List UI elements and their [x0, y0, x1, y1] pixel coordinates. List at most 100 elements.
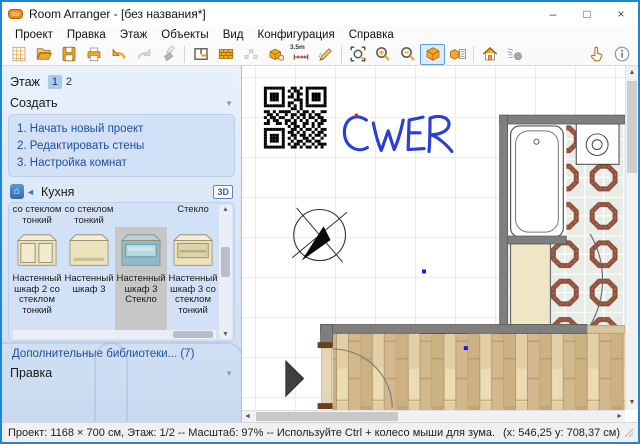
- selection-point[interactable]: [464, 346, 468, 350]
- bathroom[interactable]: [508, 124, 625, 326]
- open-project-icon: [35, 45, 53, 63]
- qr-code[interactable]: CWER: [264, 87, 327, 149]
- floor-tab-2[interactable]: 2: [62, 75, 76, 89]
- menu-project[interactable]: Проект: [8, 28, 60, 42]
- library-item-label-clipped: Стекло: [167, 205, 219, 216]
- library-horizontal-scrollbar[interactable]: [13, 330, 216, 339]
- toolbar-separator: [341, 46, 342, 63]
- toolbar-edit-points[interactable]: [238, 44, 263, 65]
- menu-floor[interactable]: Этаж: [113, 28, 155, 42]
- library-vertical-scrollbar[interactable]: ▲ ▼: [219, 205, 232, 339]
- scroll-up-icon[interactable]: ▲: [626, 67, 638, 79]
- insert-object-icon: [267, 45, 285, 63]
- scrollbar-thumb[interactable]: [221, 247, 230, 277]
- zoom-out-icon: [399, 45, 417, 63]
- walkthrough-icon: [481, 45, 499, 63]
- toolbar-walk-settings[interactable]: [502, 44, 527, 65]
- plan-area[interactable]: CWER: [242, 66, 625, 410]
- library-item[interactable]: Настенный шкаф 3: [63, 227, 115, 339]
- menu-edit[interactable]: Правка: [60, 28, 113, 42]
- washing-machine[interactable]: [576, 124, 619, 164]
- toolbar-zoom-out[interactable]: [395, 44, 420, 65]
- toolbar-new-project[interactable]: [6, 44, 31, 65]
- resize-grip[interactable]: [624, 428, 634, 438]
- toolbar-insert-object[interactable]: [263, 44, 288, 65]
- wall: [508, 236, 567, 244]
- sidebar: Этаж 1 2 Создать ▼ 1. Начать новый проек…: [2, 66, 242, 422]
- app-icon: [8, 8, 23, 20]
- floor-plan[interactable]: CWER: [242, 66, 625, 410]
- toolbar-save-project[interactable]: [56, 44, 81, 65]
- toolbar-format-painter[interactable]: [156, 44, 181, 65]
- scroll-down-icon[interactable]: ▼: [219, 331, 232, 338]
- toolbar-about[interactable]: [609, 44, 634, 65]
- compass-symbol[interactable]: [269, 185, 370, 285]
- collapse-arrow-icon[interactable]: ▼: [225, 99, 233, 108]
- door-threshold[interactable]: [587, 325, 625, 333]
- toolbar-view-3d[interactable]: [420, 44, 445, 65]
- door-jamb: [318, 342, 333, 409]
- selection-point[interactable]: [422, 269, 426, 273]
- arrow-object[interactable]: [286, 361, 304, 396]
- create-step-1[interactable]: 1. Начать новый проект: [17, 120, 226, 137]
- toolbar-object-list[interactable]: [445, 44, 470, 65]
- toolbar-draw[interactable]: [313, 44, 338, 65]
- scroll-right-icon[interactable]: ►: [616, 411, 623, 423]
- library-back-icon[interactable]: ◄: [26, 187, 35, 197]
- scroll-up-icon[interactable]: ▲: [219, 206, 232, 213]
- cabinet-thumbnail: [64, 231, 114, 271]
- panel-watermark: [94, 342, 242, 422]
- minimize-button[interactable]: –: [536, 2, 570, 26]
- library-3d-button[interactable]: 3D: [213, 185, 233, 199]
- cabinet-thumbnail: [116, 231, 166, 271]
- toolbar-open-project[interactable]: [31, 44, 56, 65]
- section-create-title: Создать: [10, 96, 58, 110]
- toolbar-measure[interactable]: 3.5m: [288, 44, 313, 65]
- edit-points-icon: [242, 45, 260, 63]
- scroll-down-icon[interactable]: ▼: [626, 397, 638, 409]
- canvas-horizontal-scrollbar[interactable]: ◄ ►: [242, 410, 625, 422]
- section-create[interactable]: Создать ▼: [10, 96, 233, 110]
- toolbar-zoom-in[interactable]: [370, 44, 395, 65]
- menu-configuration[interactable]: Конфигурация: [251, 28, 342, 42]
- canvas-vertical-scrollbar[interactable]: ▲ ▼: [625, 66, 638, 410]
- bathtub[interactable]: [511, 126, 564, 237]
- maximize-button[interactable]: □: [570, 2, 604, 26]
- close-button[interactable]: ×: [604, 2, 638, 26]
- library-home-icon[interactable]: ⌂: [10, 184, 24, 199]
- create-step-2[interactable]: 2. Редактировать стены: [17, 137, 226, 154]
- title-bar[interactable]: Room Arranger - [без названия*] – □ ×: [2, 2, 638, 26]
- new-project-icon: [10, 45, 28, 63]
- floor-plan-canvas[interactable]: CWER: [242, 66, 638, 422]
- undo-icon: [110, 45, 128, 63]
- status-bar: Проект: 1168 × 700 см, Этаж: 1/2 -- Масш…: [2, 422, 638, 442]
- pointer-mode-icon: [588, 45, 606, 63]
- toolbar-walkthrough[interactable]: [477, 44, 502, 65]
- toolbar-redo[interactable]: [131, 44, 156, 65]
- cabinet[interactable]: [511, 244, 551, 325]
- library-item-label: Настенный шкаф 2 со стеклом тонкий: [11, 274, 63, 316]
- scrollbar-thumb[interactable]: [256, 412, 398, 421]
- toolbar-edit-rooms[interactable]: [188, 44, 213, 65]
- scroll-left-icon[interactable]: ◄: [244, 411, 251, 423]
- menu-help[interactable]: Справка: [342, 28, 401, 42]
- library-item[interactable]: Настенный шкаф 3 Стекло: [115, 227, 167, 339]
- handwritten-text-cwer[interactable]: [344, 117, 452, 152]
- create-step-3[interactable]: 3. Настройка комнат: [17, 154, 226, 171]
- walk-settings-icon: [506, 45, 524, 63]
- toolbar-separator: [473, 46, 474, 63]
- toolbar-pointer-mode[interactable]: [584, 44, 609, 65]
- scrollbar-thumb[interactable]: [173, 331, 213, 338]
- toolbar-zoom-selection[interactable]: [345, 44, 370, 65]
- toolbar-undo[interactable]: [106, 44, 131, 65]
- menu-objects[interactable]: Объекты: [154, 28, 215, 42]
- library-item[interactable]: Настенный шкаф 2 со стеклом тонкий: [11, 227, 63, 339]
- edit-walls-icon: [217, 45, 235, 63]
- toolbar-print[interactable]: [81, 44, 106, 65]
- menu-view[interactable]: Вид: [216, 28, 251, 42]
- floor-tab-1[interactable]: 1: [48, 75, 62, 89]
- menu-bar: ПроектПравкаЭтажОбъектыВидКонфигурацияСп…: [2, 26, 638, 43]
- toolbar-edit-walls[interactable]: [213, 44, 238, 65]
- library-item[interactable]: Настенный шкаф 3 со стеклом тонкий: [167, 227, 219, 339]
- scrollbar-thumb[interactable]: [627, 81, 637, 173]
